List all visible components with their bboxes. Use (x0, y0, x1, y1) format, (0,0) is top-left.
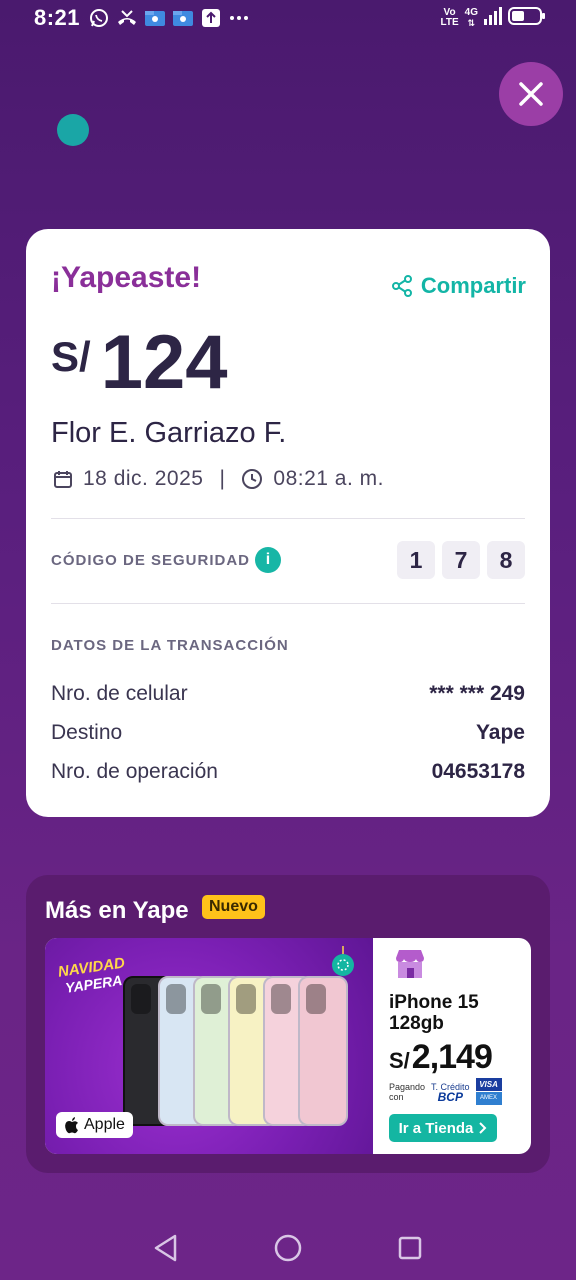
promo-banner[interactable]: NAVIDAD YAPERA Apple iPhone 15 128gb S/ … (45, 938, 531, 1154)
amount-value: 124 (100, 320, 228, 405)
back-button[interactable] (148, 1230, 184, 1266)
system-icons: Vo LTE 4G ⇅ (441, 6, 547, 31)
promo-image: NAVIDAD YAPERA Apple (45, 938, 373, 1154)
datetime-separator: | (219, 467, 226, 490)
security-code-label: CÓDIGO DE SEGURIDAD (51, 552, 251, 569)
detail-label: Destino (51, 721, 123, 744)
whatsapp-icon (88, 8, 110, 28)
home-button[interactable] (270, 1230, 306, 1266)
currency-symbol: S/ (51, 333, 91, 380)
go-to-store-button[interactable]: Ir a Tienda (389, 1114, 497, 1142)
apple-logo-icon (65, 1117, 78, 1134)
section-title: Más en Yape (45, 897, 189, 924)
detail-value: *** *** 249 (429, 682, 525, 705)
back-triangle-icon (154, 1234, 177, 1262)
receipt-title: ¡Yapeaste! (51, 261, 202, 294)
folder-icon (144, 8, 166, 28)
detail-value: 04653178 (431, 760, 525, 783)
signal-icon (484, 6, 502, 30)
status-time: 8:21 (34, 5, 81, 30)
detail-label: Nro. de operación (51, 760, 218, 783)
amount-display: S/ 124 (51, 325, 228, 401)
home-circle-icon (274, 1234, 302, 1262)
security-digit: 8 (487, 541, 525, 579)
ornament-icon (332, 946, 354, 976)
product-price: S/ 2,149 (389, 1038, 493, 1076)
go-to-store-label: Ir a Tienda (398, 1119, 474, 1137)
system-nav-bar (0, 1216, 576, 1280)
transaction-datetime: 18 dic. 2025 | 08:21 a. m. (53, 467, 384, 491)
transaction-time: 08:21 a. m. (273, 467, 384, 490)
recipient-name: Flor E. Garriazo F. (51, 417, 287, 449)
decorative-dot (57, 114, 89, 146)
promo-details: iPhone 15 128gb S/ 2,149 Pagando con T. … (373, 938, 531, 1154)
payment-info: Pagando con T. Crédito BCP VISA AMEX (389, 1078, 502, 1106)
amex-logo: AMEX (475, 1092, 502, 1105)
visa-logo: VISA (475, 1078, 502, 1091)
detail-value: Yape (475, 721, 525, 744)
campaign-logo: NAVIDAD YAPERA (56, 954, 126, 996)
camera-module (201, 984, 221, 1014)
calendar-icon (54, 471, 72, 488)
camera-module (306, 984, 326, 1014)
store-icon (396, 950, 424, 978)
recents-square-icon (398, 1236, 422, 1260)
camera-module (166, 984, 186, 1014)
close-button[interactable] (499, 62, 563, 126)
detail-row-destination: Destino Yape (51, 721, 525, 745)
close-icon (519, 82, 543, 106)
detail-label: Nro. de celular (51, 682, 188, 705)
camera-module (131, 984, 151, 1014)
brand-badge: Apple (56, 1112, 133, 1138)
camera-module (271, 984, 291, 1014)
detail-row-phone: Nro. de celular *** *** 249 (51, 682, 525, 706)
transaction-date: 18 dic. 2025 (83, 467, 204, 490)
more-icon (228, 8, 250, 28)
upload-icon (200, 8, 222, 28)
divider (51, 518, 525, 519)
brand-name: Apple (84, 1116, 125, 1133)
clock-icon (242, 469, 263, 489)
volte-indicator: Vo LTE (440, 7, 459, 28)
missed-call-icon (116, 8, 138, 28)
divider (51, 603, 525, 604)
network-type: 4G ⇅ (464, 7, 478, 29)
receipt-card: ¡Yapeaste! Compartir S/ 124 Flor E. Garr… (26, 229, 550, 817)
security-digit: 1 (397, 541, 435, 579)
info-icon[interactable]: i (255, 547, 281, 573)
camera-module (236, 984, 256, 1014)
notification-icons (88, 8, 250, 28)
detail-row-operation: Nro. de operación 04653178 (51, 760, 525, 784)
share-icon (391, 275, 412, 297)
recents-button[interactable] (392, 1230, 428, 1266)
folder-icon (172, 8, 194, 28)
bcp-card-label: T. Crédito BCP (431, 1081, 470, 1104)
security-code: 1 7 8 (397, 541, 525, 579)
phone-image (298, 976, 348, 1126)
transaction-data-label: DATOS DE LA TRANSACCIÓN (51, 637, 289, 654)
product-name: iPhone 15 128gb (389, 992, 479, 1034)
share-label: Compartir (420, 273, 526, 298)
new-badge: Nuevo (202, 895, 265, 919)
chevron-right-icon (479, 1122, 487, 1134)
security-digit: 7 (442, 541, 480, 579)
battery-icon (508, 6, 546, 31)
card-brands: VISA AMEX (475, 1078, 502, 1106)
share-button[interactable]: Compartir (391, 273, 526, 299)
status-bar: 8:21 Vo LTE 4G ⇅ (0, 0, 576, 36)
paying-with-label: Pagando con (389, 1082, 426, 1102)
more-in-yape-section: Más en Yape Nuevo NAVIDAD YAPERA Apple i… (26, 875, 550, 1173)
